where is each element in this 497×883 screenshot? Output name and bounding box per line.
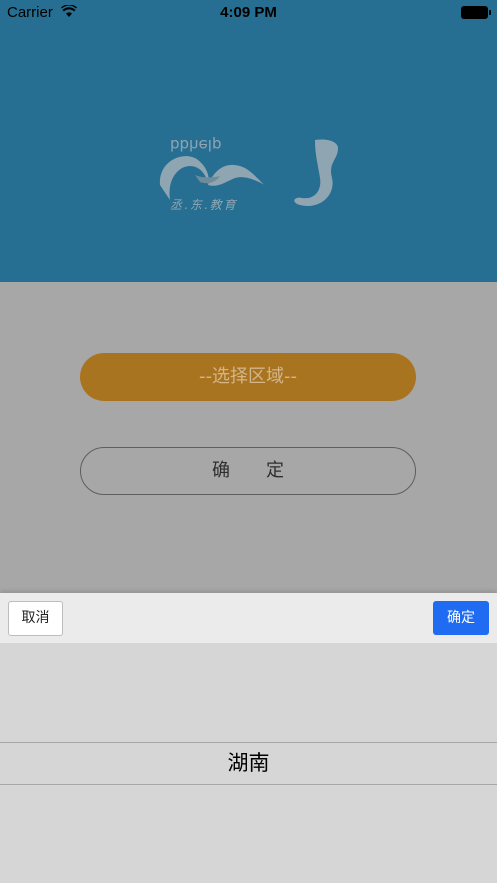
header-banner: bbhelp 丞.东.教育 [0, 0, 497, 282]
picker-selected-item[interactable]: 湖南 [0, 743, 497, 784]
picker-cancel-button[interactable]: 取消 [8, 601, 63, 636]
battery-icon [461, 6, 491, 19]
select-area-button[interactable]: --选择区域-- [80, 353, 416, 401]
status-bar: Carrier 4:09 PM [0, 0, 497, 26]
status-time: 4:09 PM [220, 4, 277, 21]
region-picker-wheel[interactable]: 湖南 [0, 643, 497, 883]
picker-bottom-divider [0, 784, 497, 785]
picker-toolbar: 取消 确定 [0, 593, 497, 643]
picker-ok-button[interactable]: 确定 [433, 601, 489, 635]
logo-caption: 丞.东.教育 [170, 198, 238, 212]
logo-mark-text: bbhelp [170, 136, 221, 154]
confirm-button[interactable]: 确 定 [80, 447, 416, 495]
main-content: --选择区域-- 确 定 [0, 282, 497, 593]
